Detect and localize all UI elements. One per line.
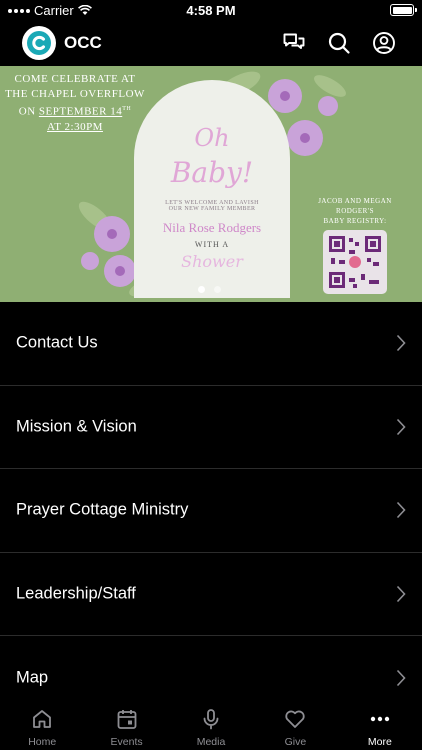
- battery-icon: [390, 4, 417, 16]
- chevron-right-icon: [396, 335, 406, 352]
- menu-item-label: Map: [16, 668, 49, 687]
- menu-item-contact-us[interactable]: Contact Us: [0, 302, 422, 386]
- search-button[interactable]: [327, 31, 351, 55]
- banner-arch: Oh Baby! LET'S WELCOME AND LAVISH OUR NE…: [134, 80, 290, 298]
- banner-welcome: LET'S WELCOME AND LAVISH OUR NEW FAMILY …: [134, 200, 290, 212]
- menu-item-label: Prayer Cottage Ministry: [16, 500, 189, 519]
- home-icon: [33, 710, 52, 728]
- chevron-right-icon: [396, 418, 406, 435]
- profile-button[interactable]: [372, 31, 396, 55]
- more-menu-list: Contact Us Mission & Vision Prayer Cotta…: [0, 302, 422, 720]
- welcome-line-2: OUR NEW FAMILY MEMBER: [168, 206, 256, 212]
- menu-item-prayer-cottage-ministry[interactable]: Prayer Cottage Ministry: [0, 469, 422, 553]
- banner-with-a: WITH A: [194, 240, 230, 249]
- banner-shower: Shower: [181, 252, 243, 271]
- chat-icon: [283, 33, 305, 49]
- registry-line-3: BABY REGISTRY:: [323, 217, 387, 225]
- tab-label: More: [367, 736, 392, 748]
- registry-line-2: RODGER'S: [336, 207, 374, 215]
- app-header: OCC: [0, 24, 422, 62]
- pager-dot-2[interactable]: [214, 286, 221, 293]
- search-icon: [328, 32, 350, 54]
- banner-date-suffix: TH: [122, 106, 132, 112]
- tab-more[interactable]: More: [338, 698, 422, 750]
- occ-logo[interactable]: [22, 26, 56, 60]
- banner-date-line: ON SEPTEMBER 14TH: [0, 102, 150, 120]
- menu-item-label: Contact Us: [16, 333, 98, 352]
- banner-baby: Baby!: [170, 156, 254, 189]
- tab-label: Give: [284, 736, 307, 748]
- chevron-right-icon: [396, 669, 406, 686]
- tab-give[interactable]: Give: [253, 698, 337, 750]
- menu-item-label: Mission & Vision: [16, 417, 137, 436]
- banner-date: SEPTEMBER 14: [38, 105, 123, 118]
- banner-line-2: THE CHAPEL OVERFLOW: [5, 88, 145, 100]
- chevron-right-icon: [396, 502, 406, 519]
- banner-baby-name: Nila Rose Rodgers: [162, 220, 262, 235]
- menu-item-label: Leadership/Staff: [16, 584, 136, 603]
- microphone-icon: [203, 709, 219, 730]
- bottom-tab-bar: Home Events Media Give More: [0, 698, 422, 750]
- pager-dot-1[interactable]: [198, 286, 205, 293]
- qr-code-icon: [329, 236, 381, 288]
- banner-oh: Oh: [194, 124, 230, 152]
- banner-on: ON: [18, 105, 36, 118]
- profile-icon: [373, 32, 395, 54]
- tab-label: Media: [196, 736, 226, 748]
- registry-qr-code[interactable]: [323, 230, 387, 294]
- banner-registry-text: JACOB AND MEGAN RODGER'S BABY REGISTRY:: [305, 196, 405, 226]
- heart-icon: [285, 710, 306, 728]
- messages-button[interactable]: [282, 31, 306, 55]
- status-bar: Carrier 4:58 PM: [0, 0, 422, 22]
- chevron-right-icon: [396, 585, 406, 602]
- registry-line-1: JACOB AND MEGAN: [318, 197, 392, 205]
- tab-events[interactable]: Events: [84, 698, 168, 750]
- app-title: OCC: [64, 33, 102, 52]
- logo-c-icon: [27, 31, 51, 55]
- calendar-icon: [117, 710, 137, 729]
- menu-item-mission-vision[interactable]: Mission & Vision: [0, 386, 422, 469]
- tab-label: Events: [110, 736, 143, 748]
- status-time: 4:58 PM: [186, 3, 236, 18]
- banner-time: AT 2:30PM: [47, 120, 103, 133]
- more-icon: [370, 716, 390, 722]
- menu-item-leadership-staff[interactable]: Leadership/Staff: [0, 553, 422, 636]
- event-banner[interactable]: COME CELEBRATE AT THE CHAPEL OVERFLOW ON…: [0, 66, 422, 302]
- banner-invite-text: COME CELEBRATE AT THE CHAPEL OVERFLOW ON…: [0, 72, 150, 135]
- banner-pager[interactable]: [198, 286, 221, 293]
- tab-home[interactable]: Home: [0, 698, 84, 750]
- banner-line-1: COME CELEBRATE AT: [14, 73, 136, 85]
- tab-label: Home: [28, 736, 57, 748]
- tab-media[interactable]: Media: [169, 698, 253, 750]
